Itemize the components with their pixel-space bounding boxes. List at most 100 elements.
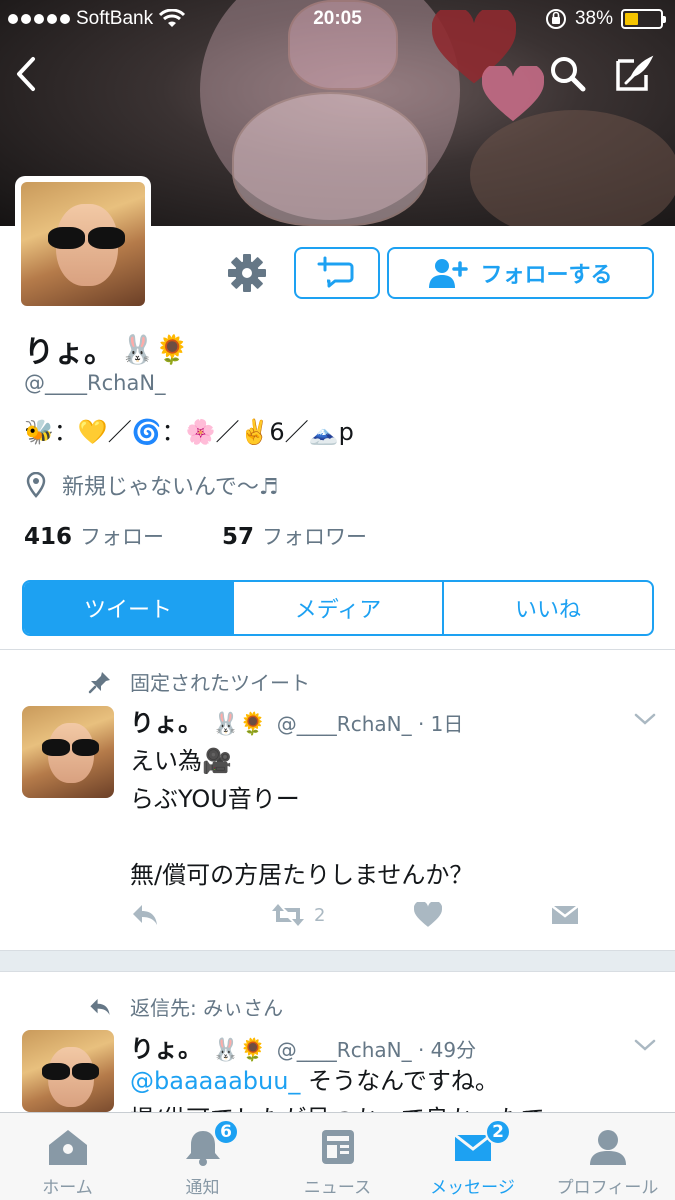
- followers-count-link[interactable]: 57 フォロワー: [222, 521, 367, 551]
- reply-context: 返信先: みぃさん: [88, 992, 283, 1021]
- tweet-author-emoji: 🐰🌻: [212, 1038, 267, 1063]
- tweet-author-emoji: 🐰🌻: [212, 712, 267, 737]
- profile-tabs: ツイート メディア いいね: [22, 580, 654, 636]
- mention-link[interactable]: @baaaaabuu_: [130, 1067, 300, 1095]
- profile-name: りょ。 🐰🌻: [24, 327, 190, 371]
- tweet-author-name: りょ。: [130, 1035, 202, 1063]
- tabbar-home[interactable]: ホーム: [0, 1113, 135, 1200]
- battery-level: [625, 13, 638, 25]
- compose-icon: [616, 55, 654, 91]
- message-badge: 2: [485, 1119, 511, 1145]
- tweet-handle-time: @____RchaN_ · 1日: [276, 712, 464, 736]
- chevron-down-icon[interactable]: [633, 1033, 657, 1057]
- profile-bio: 🐝：💛／🌀：🌸／✌️6／🗻p: [24, 418, 354, 446]
- tweet-line: らぶYOU音りー: [130, 785, 300, 813]
- reply-icon: [90, 998, 110, 1015]
- retweet-button[interactable]: 2: [270, 902, 325, 928]
- tweet-handle-time: @____RchaN_ · 49分: [276, 1038, 477, 1062]
- follow-counts: 416 フォロー 57 フォロワー: [24, 521, 367, 551]
- divider: [0, 649, 675, 650]
- tweet-line: 提/供可でしたが見つかって良かったで: [130, 1100, 650, 1112]
- profile-location: 新規じゃないんで〜♬: [26, 469, 279, 501]
- follow-button-label: フォローする: [480, 263, 613, 288]
- tweet-text: @baaaaabuu_ そうなんですね。 提/供可でしたが見つかって良かったで: [130, 1062, 650, 1112]
- tabbar-messages[interactable]: メッセージ 2: [405, 1113, 540, 1200]
- reply-button[interactable]: [130, 902, 160, 928]
- avatar-image: [22, 706, 114, 798]
- tweet-actions: 2: [130, 902, 600, 934]
- envelope-icon: [551, 905, 579, 924]
- tabbar-label: 通知: [185, 1178, 220, 1198]
- tabbar-label: メッセージ: [430, 1178, 515, 1198]
- tweet-line-text: そうなんですね。: [300, 1067, 499, 1095]
- settings-gear-icon[interactable]: [226, 252, 268, 294]
- tabbar-label: ホーム: [42, 1178, 93, 1198]
- chevron-down-icon[interactable]: [633, 707, 657, 731]
- search-button[interactable]: [548, 54, 588, 94]
- tabbar-profile[interactable]: プロフィール: [540, 1113, 675, 1200]
- tweet-line: えい為🎥: [130, 747, 232, 775]
- tabbar-label: ニュース: [303, 1178, 372, 1198]
- tabbar-label: プロフィール: [556, 1178, 659, 1198]
- tweet-author-name: りょ。: [130, 709, 202, 737]
- search-icon: [551, 57, 586, 92]
- tweet-line: 無/償可の方居たりしませんか？: [130, 861, 474, 889]
- banner-mascot-face: [232, 92, 428, 226]
- battery-percent: 38%: [574, 8, 613, 29]
- tab-media[interactable]: メディア: [232, 582, 442, 634]
- follow-button[interactable]: フォローする: [387, 247, 654, 299]
- heart-decoration-icon: [482, 66, 544, 122]
- home-icon: [48, 1130, 87, 1165]
- status-bar: SoftBank 20:05 38%: [0, 0, 675, 40]
- tabbar-news[interactable]: ニュース: [270, 1113, 405, 1200]
- battery-icon: [621, 9, 666, 29]
- profile-avatar[interactable]: [15, 176, 151, 312]
- banner-glow: [470, 110, 675, 226]
- heart-icon: [414, 902, 442, 927]
- location-pin-icon: [26, 472, 46, 498]
- like-button[interactable]: [414, 902, 442, 928]
- tweet-header: りょ。 🐰🌻 @____RchaN_ · 49分: [130, 1029, 476, 1064]
- profile-name-text: りょ。: [24, 335, 114, 370]
- tab-tweets[interactable]: ツイート: [24, 582, 232, 634]
- add-to-list-button[interactable]: [294, 247, 380, 299]
- reply-to-label: 返信先: みぃさん: [130, 996, 284, 1020]
- profile-handle: @____RchaN_: [24, 371, 166, 395]
- avatar-image: [22, 1030, 114, 1112]
- status-right: 38%: [545, 8, 666, 30]
- profile-icon: [589, 1130, 626, 1165]
- news-icon: [321, 1130, 354, 1164]
- tweet-line: @baaaaabuu_ そうなんですね。: [130, 1062, 650, 1100]
- tweet-header: りょ。 🐰🌻 @____RchaN_ · 1日: [130, 703, 463, 738]
- tabbar-notifications[interactable]: 通知 6: [135, 1113, 270, 1200]
- tweet-separator: [0, 950, 675, 972]
- tab-likes[interactable]: いいね: [442, 582, 652, 634]
- rotation-lock-icon: [545, 9, 566, 29]
- direct-message-button[interactable]: [550, 902, 580, 928]
- followers-label: フォロワー: [262, 525, 368, 549]
- tweet-text: えい為🎥 らぶYOU音りー 無/償可の方居たりしませんか？: [130, 742, 650, 894]
- back-button[interactable]: [6, 54, 46, 94]
- pin-icon: [88, 671, 110, 693]
- add-to-list-icon: [317, 256, 354, 288]
- profile-name-emoji: 🐰🌻: [120, 332, 190, 366]
- avatar-image: [21, 182, 145, 306]
- following-count: 416: [24, 524, 73, 550]
- pinned-label: 固定されたツイート: [130, 671, 310, 695]
- retweet-icon: [272, 904, 304, 926]
- location-text: 新規じゃないんで〜♬: [62, 475, 279, 500]
- pinned-context: 固定されたツイート: [88, 667, 310, 696]
- tweet-avatar[interactable]: [22, 1030, 114, 1112]
- chevron-left-icon: [17, 57, 35, 91]
- bottom-tab-bar: ホーム 通知 6 ニュース メッセージ 2 プロフィール: [0, 1112, 675, 1200]
- tweet-line: [130, 818, 650, 856]
- following-count-link[interactable]: 416 フォロー: [24, 521, 164, 551]
- retweet-count: 2: [314, 904, 326, 926]
- tweet-avatar[interactable]: [22, 706, 114, 798]
- notification-badge: 6: [213, 1119, 239, 1145]
- following-label: フォロー: [80, 525, 165, 549]
- compose-tweet-button[interactable]: [614, 54, 654, 94]
- reply-icon: [133, 905, 157, 925]
- followers-count: 57: [222, 524, 255, 550]
- add-user-icon: [429, 259, 469, 288]
